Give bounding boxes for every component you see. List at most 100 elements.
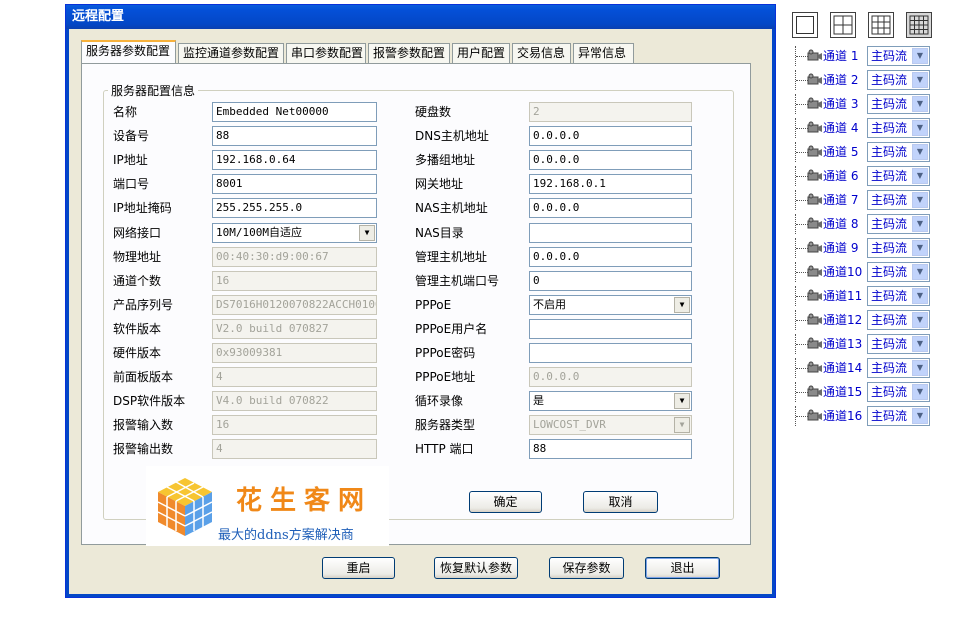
tab-4[interactable]: 用户配置 [452,43,510,63]
tab-1[interactable]: 监控通道参数配置 [178,43,284,63]
camera-icon [807,121,823,135]
right-field-11: 0.0.0.0 [529,367,692,387]
dropdown-arrow-icon[interactable]: ▼ [912,312,928,328]
right-field-2[interactable]: 0.0.0.0 [529,150,692,170]
channel-row: 通道 1 主码流 ▼ [795,46,935,66]
channel-label[interactable]: 通道 1 [823,47,858,65]
dropdown-arrow-icon[interactable]: ▼ [912,264,928,280]
stream-select[interactable]: 主码流 ▼ [867,262,930,282]
stream-select[interactable]: 主码流 ▼ [867,166,930,186]
right-field-value-1: 0.0.0.0 [533,129,580,142]
dropdown-arrow-icon[interactable]: ▼ [912,72,928,88]
stream-select[interactable]: 主码流 ▼ [867,70,930,90]
channel-label[interactable]: 通道 8 [823,215,858,233]
stream-select[interactable]: 主码流 ▼ [867,190,930,210]
right-field-7[interactable]: 0 [529,271,692,291]
channel-label[interactable]: 通道12 [823,311,862,329]
channel-label[interactable]: 通道 4 [823,119,858,137]
dropdown-arrow-icon[interactable]: ▼ [912,240,928,256]
ok-button[interactable]: 确定 [469,491,542,513]
right-field-1[interactable]: 0.0.0.0 [529,126,692,146]
channel-row: 通道14 主码流 ▼ [795,358,935,378]
stream-select[interactable]: 主码流 ▼ [867,214,930,234]
right-field-9[interactable] [529,319,692,339]
dropdown-arrow-icon[interactable]: ▼ [912,360,928,376]
channel-label[interactable]: 通道 6 [823,167,858,185]
layout-9-view-icon[interactable] [868,12,894,38]
tab-6[interactable]: 异常信息 [573,43,634,63]
right-label-1: DNS主机地址 [415,129,489,143]
right-field-6[interactable]: 0.0.0.0 [529,247,692,267]
channel-label[interactable]: 通道14 [823,359,862,377]
left-field-8: DS7016H0120070822ACCH010044 [212,295,377,315]
channel-label[interactable]: 通道11 [823,287,862,305]
left-field-5[interactable]: 10M/100M自适应 ▼ [212,223,377,243]
left-label-2: IP地址 [113,153,148,167]
channel-label[interactable]: 通道 5 [823,143,858,161]
left-label-5: 网络接口 [113,226,162,240]
dropdown-arrow-icon[interactable]: ▼ [912,384,928,400]
left-field-6: 00:40:30:d9:00:67 [212,247,377,267]
dropdown-arrow-icon[interactable]: ▼ [912,96,928,112]
dropdown-arrow-icon[interactable]: ▼ [912,120,928,136]
save-params-button[interactable]: 保存参数 [549,557,624,579]
layout-1-view-icon[interactable] [792,12,818,38]
channel-row: 通道13 主码流 ▼ [795,334,935,354]
right-field-10[interactable] [529,343,692,363]
channel-label[interactable]: 通道 2 [823,71,858,89]
tab-2[interactable]: 串口参数配置 [286,43,366,63]
reboot-button[interactable]: 重启 [322,557,395,579]
stream-select[interactable]: 主码流 ▼ [867,310,930,330]
channel-label[interactable]: 通道 7 [823,191,858,209]
dropdown-arrow-icon[interactable]: ▼ [912,336,928,352]
left-field-3[interactable]: 8001 [212,174,377,194]
dropdown-arrow-icon[interactable]: ▼ [912,48,928,64]
stream-select[interactable]: 主码流 ▼ [867,334,930,354]
dropdown-arrow-icon[interactable]: ▼ [912,192,928,208]
tab-0[interactable]: 服务器参数配置 [81,40,176,63]
stream-select[interactable]: 主码流 ▼ [867,358,930,378]
layout-16-view-icon[interactable] [906,12,932,38]
restore-defaults-button[interactable]: 恢复默认参数 [434,557,518,579]
stream-select[interactable]: 主码流 ▼ [867,94,930,114]
dropdown-arrow-icon[interactable]: ▼ [912,288,928,304]
channel-label[interactable]: 通道 9 [823,239,858,257]
right-field-3[interactable]: 192.168.0.1 [529,174,692,194]
dropdown-arrow-icon[interactable]: ▼ [674,393,690,409]
left-field-2[interactable]: 192.168.0.64 [212,150,377,170]
stream-select[interactable]: 主码流 ▼ [867,286,930,306]
stream-select[interactable]: 主码流 ▼ [867,142,930,162]
stream-select[interactable]: 主码流 ▼ [867,46,930,66]
stream-select[interactable]: 主码流 ▼ [867,406,930,426]
cancel-button[interactable]: 取消 [583,491,658,513]
dropdown-arrow-icon[interactable]: ▼ [912,216,928,232]
left-label-0: 名称 [113,105,138,119]
tab-5[interactable]: 交易信息 [512,43,571,63]
stream-select[interactable]: 主码流 ▼ [867,118,930,138]
right-field-4[interactable]: 0.0.0.0 [529,198,692,218]
channel-label[interactable]: 通道 3 [823,95,858,113]
dropdown-arrow-icon[interactable]: ▼ [912,408,928,424]
left-field-4[interactable]: 255.255.255.0 [212,198,377,218]
stream-select[interactable]: 主码流 ▼ [867,382,930,402]
stream-select[interactable]: 主码流 ▼ [867,238,930,258]
dropdown-arrow-icon[interactable]: ▼ [912,168,928,184]
right-field-8[interactable]: 不启用 ▼ [529,295,692,315]
left-field-0[interactable]: Embedded Net00000 [212,102,377,122]
channel-label[interactable]: 通道16 [823,407,862,425]
dropdown-arrow-icon[interactable]: ▼ [912,144,928,160]
channel-label[interactable]: 通道15 [823,383,862,401]
right-field-12[interactable]: 是 ▼ [529,391,692,411]
right-field-14[interactable]: 88 [529,439,692,459]
channel-label[interactable]: 通道10 [823,263,862,281]
camera-icon [807,193,823,207]
dropdown-arrow-icon[interactable]: ▼ [359,225,375,241]
exit-button[interactable]: 退出 [645,557,720,579]
layout-4-view-icon[interactable] [830,12,856,38]
left-label-6: 物理地址 [113,250,162,264]
dropdown-arrow-icon[interactable]: ▼ [674,297,690,313]
left-field-1[interactable]: 88 [212,126,377,146]
channel-label[interactable]: 通道13 [823,335,862,353]
right-field-5[interactable] [529,223,692,243]
tab-3[interactable]: 报警参数配置 [368,43,450,63]
